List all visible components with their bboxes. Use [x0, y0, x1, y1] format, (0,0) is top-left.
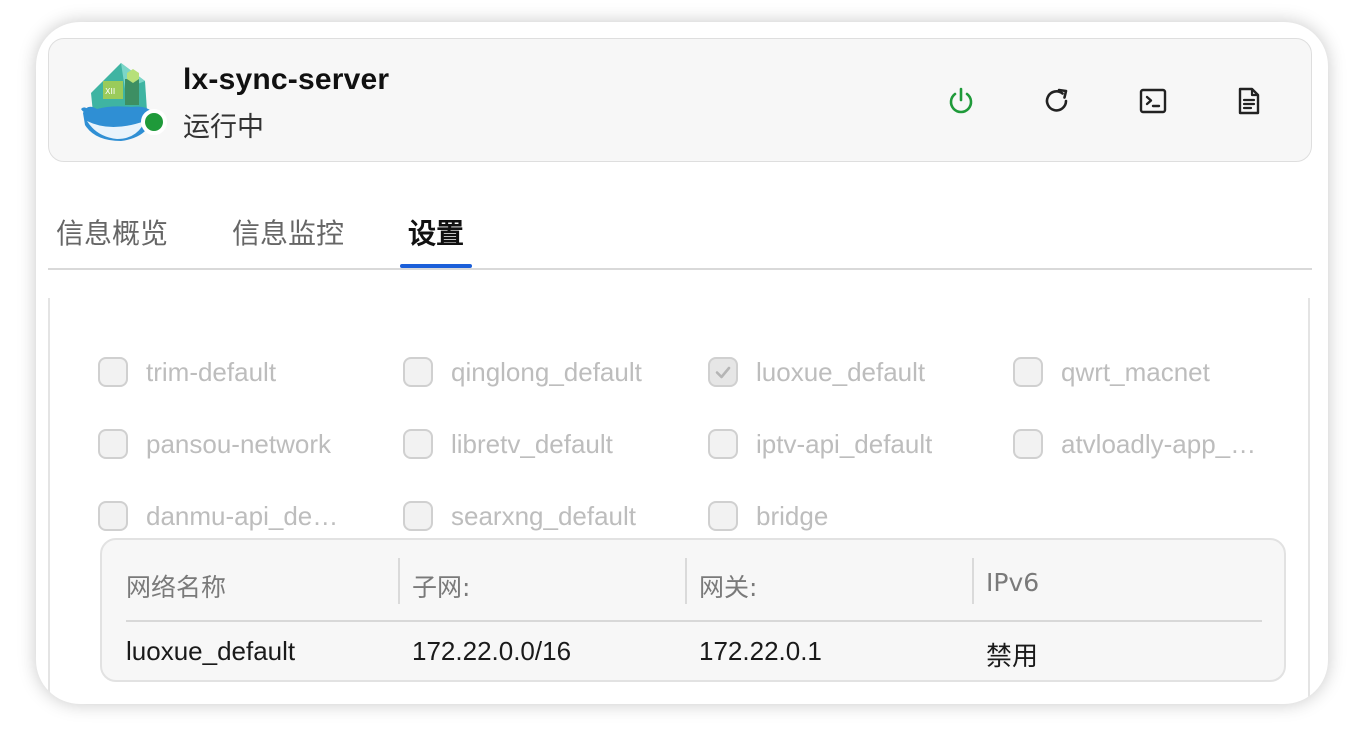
- network-option[interactable]: bridge: [708, 498, 828, 534]
- tab-bar: 信息概览 信息监控 设置: [48, 192, 1312, 270]
- network-checkbox[interactable]: [403, 429, 433, 459]
- network-label: trim-default: [146, 356, 277, 387]
- power-button[interactable]: [939, 79, 983, 123]
- power-icon: [949, 87, 973, 114]
- network-checkbox[interactable]: [98, 501, 128, 531]
- column-divider: [398, 558, 400, 604]
- network-label: iptv-api_default: [756, 428, 933, 459]
- network-label: searxng_default: [451, 500, 637, 531]
- column-divider: [685, 558, 687, 604]
- tab-overview[interactable]: 信息概览: [56, 212, 168, 252]
- cell-ipv6: 禁用: [986, 642, 1039, 672]
- network-option[interactable]: trim-default: [98, 354, 276, 390]
- terminal-button[interactable]: [1131, 79, 1175, 123]
- network-checkbox[interactable]: [98, 357, 128, 387]
- column-divider: [972, 558, 974, 604]
- network-option[interactable]: libretv_default: [403, 426, 613, 462]
- svg-text:XII: XII: [105, 87, 115, 96]
- network-label: bridge: [756, 500, 829, 531]
- column-header-ipv6: IPv6: [986, 568, 1040, 597]
- terminal-icon: [1139, 88, 1167, 114]
- restart-icon: [1045, 88, 1068, 112]
- checkmark-icon: [715, 366, 731, 379]
- network-option[interactable]: iptv-api_default: [708, 426, 932, 462]
- network-checkbox[interactable]: [98, 429, 128, 459]
- table-divider: [126, 620, 1262, 622]
- network-info-table: 网络名称 子网: 网关: IPv6 luoxue_default 172.22.…: [100, 538, 1286, 682]
- network-label: luoxue_default: [756, 356, 926, 387]
- restart-button[interactable]: [1035, 79, 1079, 123]
- network-checkbox[interactable]: [403, 501, 433, 531]
- network-option[interactable]: danmu-api_de…: [98, 498, 338, 534]
- network-label: atvloadly-app_…: [1061, 428, 1257, 459]
- network-label: qinglong_default: [451, 356, 642, 387]
- network-checkbox[interactable]: [403, 357, 433, 387]
- network-checkbox[interactable]: [708, 501, 738, 531]
- network-checkbox[interactable]: [1013, 429, 1043, 459]
- cell-subnet: 172.22.0.0/16: [412, 636, 572, 666]
- network-checkbox[interactable]: [1013, 357, 1043, 387]
- app-name: lx-sync-server: [183, 63, 390, 96]
- column-header-subnet: 子网:: [412, 573, 471, 602]
- app-header: XII lx-sync-server 运行中: [48, 38, 1312, 162]
- column-header-network-name: 网络名称: [126, 573, 227, 602]
- container-detail-window: XII lx-sync-server 运行中 信息概览 信息监控 设置 trim…: [36, 22, 1328, 704]
- app-status-text: 运行中: [183, 112, 264, 143]
- cell-gateway: 172.22.0.1: [699, 636, 822, 666]
- network-option[interactable]: searxng_default: [403, 498, 636, 534]
- network-option[interactable]: qinglong_default: [403, 354, 642, 390]
- active-tab-indicator: [400, 264, 472, 268]
- network-option[interactable]: pansou-network: [98, 426, 331, 462]
- network-option[interactable]: qwrt_macnet: [1013, 354, 1210, 390]
- tab-monitoring[interactable]: 信息监控: [232, 212, 344, 252]
- running-status-dot: [141, 109, 167, 135]
- network-checkbox-checked[interactable]: [708, 357, 738, 387]
- tab-settings[interactable]: 设置: [408, 212, 464, 252]
- network-label: danmu-api_de…: [146, 500, 339, 531]
- network-label: libretv_default: [451, 428, 613, 459]
- network-label: pansou-network: [146, 428, 331, 459]
- document-icon: [1238, 87, 1260, 115]
- column-header-gateway: 网关:: [699, 573, 758, 602]
- network-option[interactable]: luoxue_default: [708, 354, 925, 390]
- log-button[interactable]: [1227, 79, 1271, 123]
- network-option[interactable]: atvloadly-app_…: [1013, 426, 1256, 462]
- cell-network-name: luoxue_default: [126, 636, 296, 666]
- settings-panel: trim-default qinglong_default luoxue_def…: [48, 298, 1310, 704]
- network-label: qwrt_macnet: [1061, 356, 1210, 387]
- network-checkbox[interactable]: [708, 429, 738, 459]
